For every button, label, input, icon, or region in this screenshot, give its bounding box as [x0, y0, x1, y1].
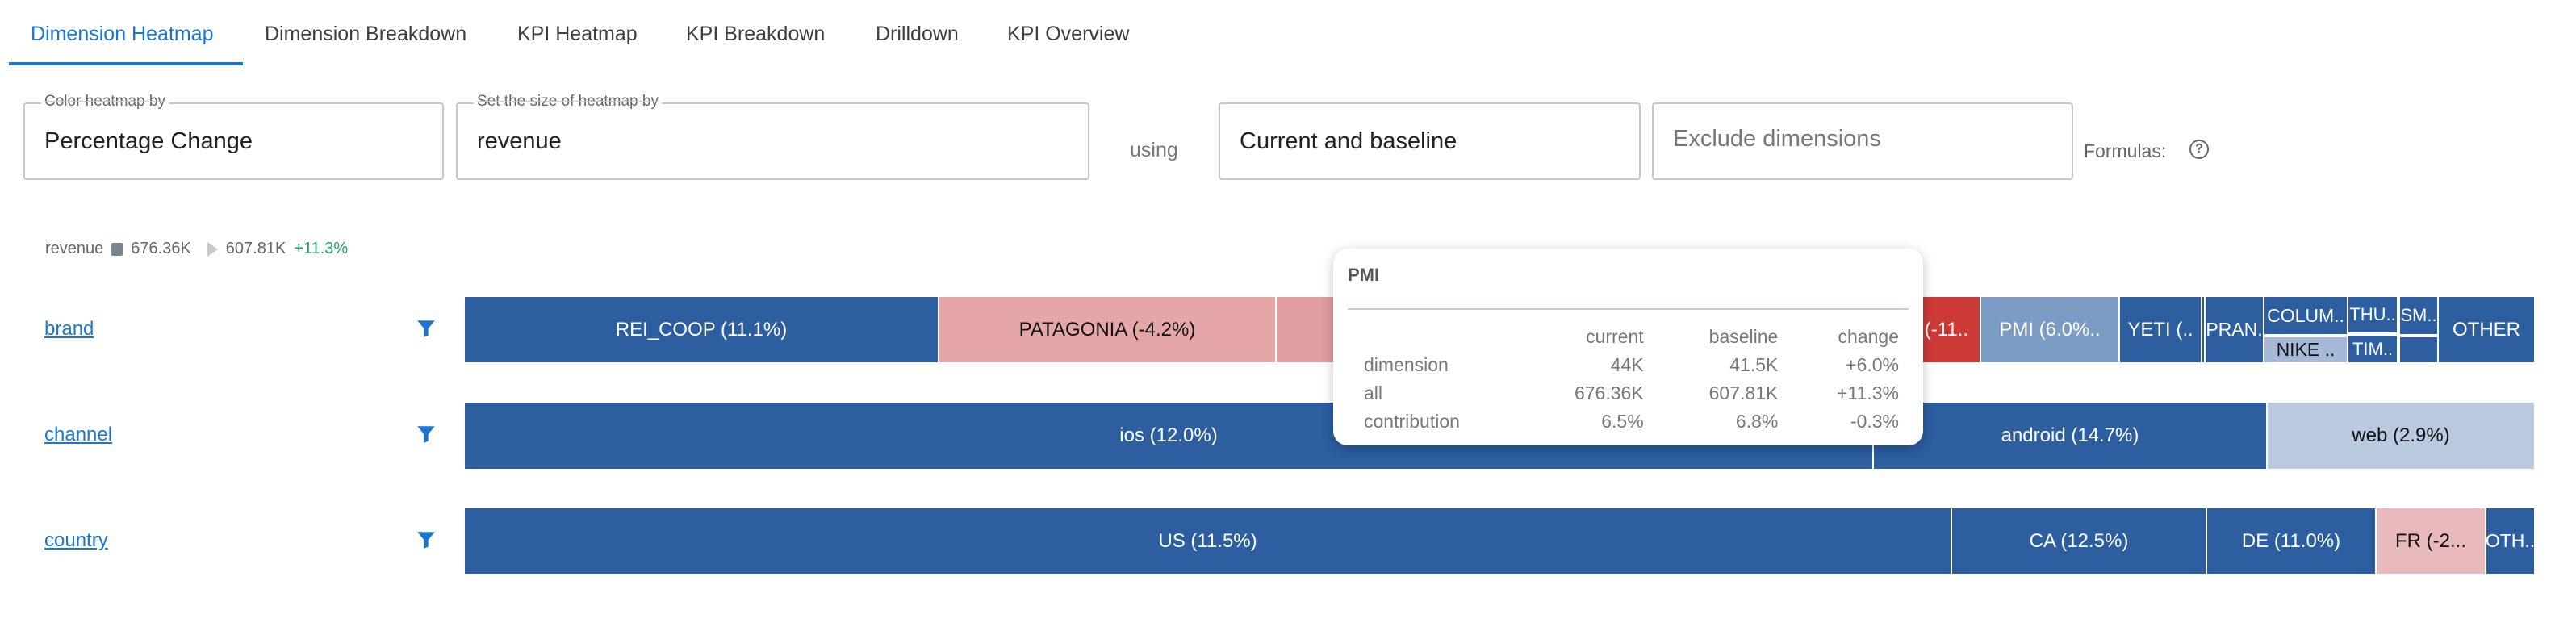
legend-current-value: 676.36K: [131, 240, 191, 257]
tab-kpi-breakdown[interactable]: KPI Breakdown: [686, 18, 825, 50]
tooltip-header: current: [1586, 326, 1644, 347]
using-label: using: [1130, 139, 1178, 161]
tooltip-cell: -0.3%: [1850, 411, 1899, 432]
filter-icon[interactable]: [416, 424, 437, 445]
segment-tooltip: PMI current baseline change dimension 44…: [1333, 249, 1923, 445]
heatmap-segment[interactable]: SM..: [2398, 295, 2439, 336]
heatmap-segment[interactable]: OTH..: [2485, 507, 2536, 575]
filter-icon[interactable]: [416, 529, 437, 550]
tooltip-table: current baseline change dimension 44K 41…: [1364, 323, 1899, 436]
heatmap-segment[interactable]: DE (11.0%): [2206, 507, 2377, 575]
heatmap-segment[interactable]: FR (-2...: [2375, 507, 2486, 575]
legend-baseline-value: 607.81K: [225, 240, 286, 257]
dimension-link-country[interactable]: country: [44, 529, 108, 552]
heatmap-segment[interactable]: US (11.5%): [463, 507, 1952, 575]
color-heatmap-by-select[interactable]: Color heatmap by Percentage Change: [23, 93, 444, 180]
tooltip-divider: [1348, 308, 1909, 310]
tooltip-header: [1364, 323, 1509, 351]
tooltip-row: contribution 6.5% 6.8% -0.3%: [1364, 407, 1899, 436]
tooltip-cell: 44K: [1610, 354, 1644, 375]
heatmap-segment[interactable]: COLUM..: [2263, 295, 2348, 336]
filter-icon[interactable]: [416, 318, 437, 339]
tooltip-cell: dimension: [1364, 354, 1449, 375]
baseline-triangle-icon: [207, 241, 218, 257]
current-square-icon: [111, 242, 123, 256]
dimension-link-channel[interactable]: channel: [44, 424, 112, 446]
heatmap-segment[interactable]: CA (12.5%): [1951, 507, 2207, 575]
tooltip-title: PMI: [1348, 265, 1380, 285]
metric-legend: revenue 676.36K 607.81K +11.3%: [45, 240, 348, 258]
heatmap-segment[interactable]: web (2.9%): [2266, 401, 2536, 470]
exclude-dimensions-input[interactable]: Exclude dimensions: [1652, 102, 2073, 180]
heatmap-segment[interactable]: android (14.7%): [1872, 401, 2268, 470]
tab-drilldown[interactable]: Drilldown: [876, 18, 959, 50]
heatmap-segment[interactable]: PMI (6.0%..: [1980, 295, 2120, 364]
tooltip-cell: +11.3%: [1837, 382, 1899, 403]
heatmap-segment[interactable]: NIKE ..: [2263, 336, 2348, 364]
legend-change-value: +11.3%: [294, 240, 349, 257]
tooltip-cell: contribution: [1364, 411, 1460, 432]
dimension-link-brand[interactable]: brand: [44, 318, 94, 341]
tooltip-cell: 676.36K: [1574, 382, 1644, 403]
size-heatmap-by-value: revenue: [477, 128, 562, 154]
tooltip-cell: 607.81K: [1708, 382, 1779, 403]
tab-dimension-heatmap[interactable]: Dimension Heatmap: [31, 18, 214, 50]
heatmap-segment[interactable]: PATAGONIA (-4.2%): [938, 295, 1277, 364]
tab-kpi-heatmap[interactable]: KPI Heatmap: [517, 18, 638, 50]
tooltip-cell: +6.0%: [1846, 354, 1899, 375]
heatmap-segment[interactable]: TIM..: [2347, 334, 2398, 364]
tooltip-header-row: current baseline change: [1364, 323, 1899, 351]
heatmap-segment[interactable]: [2398, 336, 2439, 364]
heatmap-segment[interactable]: YETI (..: [2118, 295, 2202, 364]
tab-bar: Dimension Heatmap Dimension Breakdown KP…: [0, 0, 2576, 68]
tooltip-header: baseline: [1708, 326, 1779, 347]
tab-dimension-breakdown[interactable]: Dimension Breakdown: [265, 18, 466, 50]
heatmap-segment[interactable]: THU..: [2347, 295, 2398, 334]
active-tab-indicator: [9, 62, 243, 65]
color-heatmap-by-value: Percentage Change: [44, 128, 253, 154]
comparison-mode-value: Current and baseline: [1240, 128, 1457, 154]
tooltip-cell: all: [1364, 382, 1383, 403]
tooltip-header: change: [1838, 326, 1899, 347]
heatmap-bar-country: US (11.5%) CA (12.5%) DE (11.0%) FR (-2.…: [463, 507, 2536, 575]
tooltip-cell: 6.5%: [1601, 411, 1644, 432]
heatmap-segment[interactable]: REI_COOP (11.1%): [463, 295, 939, 364]
exclude-dimensions-placeholder: Exclude dimensions: [1673, 126, 1881, 152]
legend-metric-name: revenue: [45, 240, 104, 257]
tooltip-cell: 6.8%: [1735, 411, 1779, 432]
tooltip-row: dimension 44K 41.5K +6.0%: [1364, 351, 1899, 379]
heatmap-segment[interactable]: OTHER: [2437, 295, 2536, 364]
tooltip-row: all 676.36K 607.81K +11.3%: [1364, 379, 1899, 407]
size-heatmap-by-select[interactable]: Set the size of heatmap by revenue: [456, 93, 1089, 180]
tooltip-cell: 41.5K: [1729, 354, 1779, 375]
tab-kpi-overview[interactable]: KPI Overview: [1007, 18, 1129, 50]
comparison-mode-select[interactable]: Current and baseline: [1219, 102, 1641, 180]
formulas-label: Formulas:: [2084, 140, 2167, 161]
heatmap-segment[interactable]: PRAN.: [2204, 295, 2264, 364]
help-icon[interactable]: ?: [2189, 140, 2209, 159]
